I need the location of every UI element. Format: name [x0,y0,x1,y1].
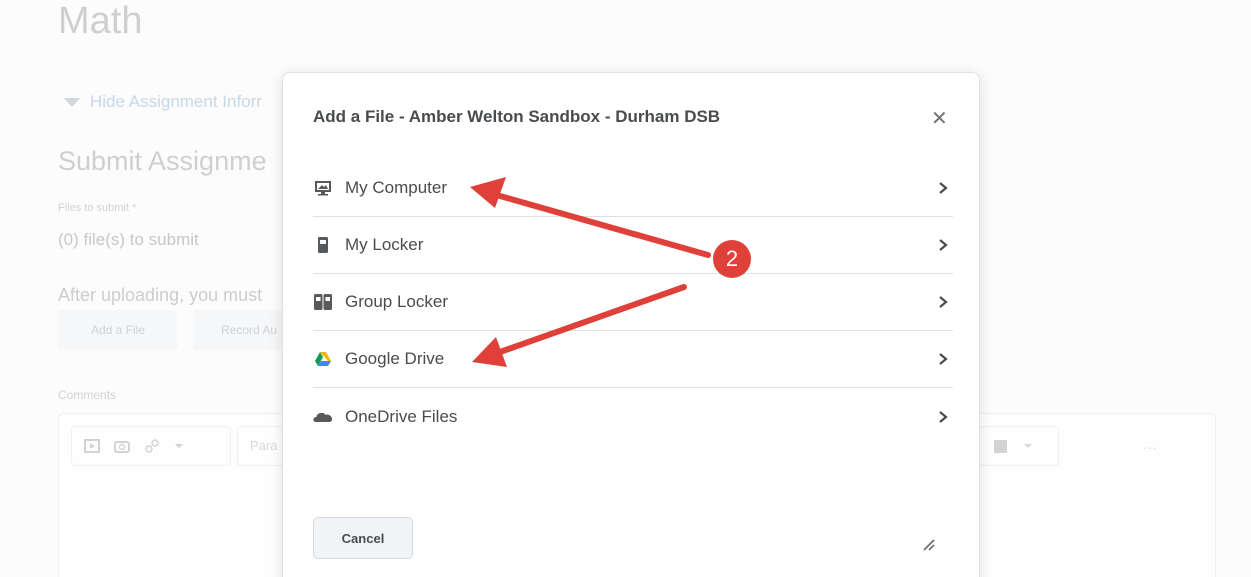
option-label: My Computer [345,178,448,197]
option-my-locker[interactable]: My Locker [313,217,953,274]
locker-icon [313,235,333,255]
option-google-drive[interactable]: Google Drive [313,331,953,388]
cancel-button[interactable]: Cancel [313,517,413,559]
option-label: Group Locker [345,292,448,311]
step-number-badge: 2 [713,240,751,278]
chevron-right-icon [939,410,948,423]
option-label: Google Drive [345,349,445,368]
chevron-right-icon [939,296,948,308]
file-source-list: My Computer My Locker Group Locker Googl… [313,160,953,445]
chevron-right-icon [939,239,948,251]
option-group-locker[interactable]: Group Locker [313,274,953,331]
page: Math Hide Assignment Inforr Submit Assig… [0,0,1251,577]
option-onedrive-files[interactable]: OneDrive Files [313,388,953,445]
google-drive-icon [313,349,333,369]
resize-handle-icon[interactable] [921,537,935,551]
dialog-title: Add a File - Amber Welton Sandbox - Durh… [313,107,721,126]
option-my-computer[interactable]: My Computer [313,160,953,217]
option-label: My Locker [345,235,424,254]
onedrive-icon [313,407,333,427]
chevron-right-icon [939,182,948,194]
add-file-dialog: Add a File - Amber Welton Sandbox - Durh… [282,72,980,577]
option-label: OneDrive Files [345,406,458,426]
close-icon[interactable]: ✕ [931,106,948,131]
group-locker-icon [313,292,333,312]
computer-icon [313,178,333,198]
chevron-right-icon [939,353,948,365]
